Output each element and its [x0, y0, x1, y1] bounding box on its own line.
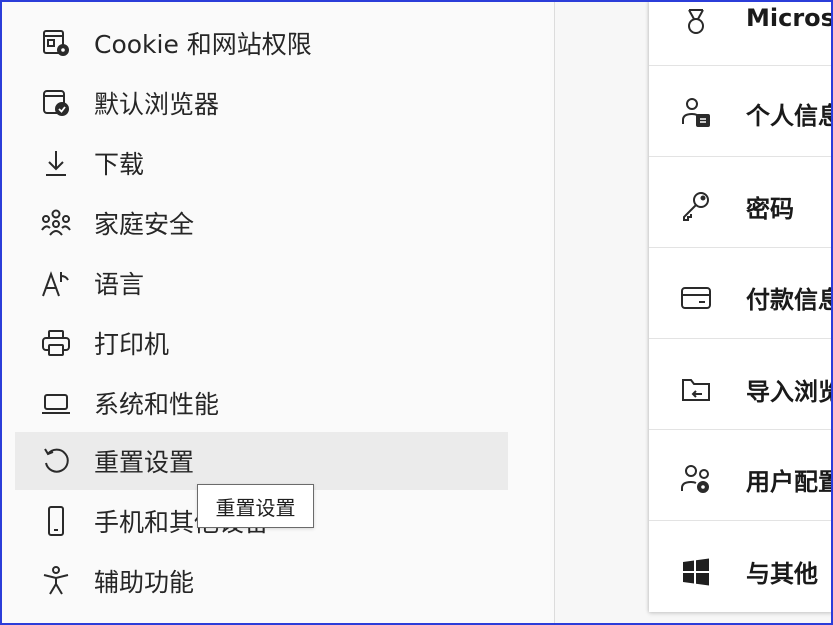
sidebar-item-label: 下载 — [94, 150, 145, 179]
profile-item-label: 个人信息 — [746, 102, 833, 130]
reset-icon — [39, 444, 73, 478]
download-icon — [39, 146, 73, 180]
language-icon — [39, 266, 73, 300]
profile-item-payment-info[interactable]: 付款信息 — [649, 248, 833, 339]
default-browser-icon — [39, 86, 73, 120]
sidebar-item-default-browser[interactable]: 默认浏览器 — [15, 74, 508, 132]
profile-item-label: 与其他 — [746, 560, 818, 588]
settings-sidebar: Cookie 和网站权限 默认浏览器 下载 家庭安全 语言 打印机 系统和性能 … — [2, 2, 554, 623]
sidebar-item-label: Cookie 和网站权限 — [94, 30, 312, 59]
profile-item-personal-info[interactable]: 个人信息 — [649, 66, 833, 157]
laptop-icon — [39, 386, 73, 420]
profile-item-profile-preferences[interactable]: 用户配置文件偏好设置 — [649, 430, 833, 521]
profile-item-label: 导入浏览器数据 — [746, 378, 833, 406]
sidebar-item-languages[interactable]: 语言 — [15, 254, 508, 312]
sidebar-item-printers[interactable]: 打印机 — [15, 314, 508, 372]
profile-item-microsoft-rewards[interactable]: Micros — [649, 0, 833, 66]
profile-item-label: 密码 — [746, 195, 794, 223]
key-icon — [677, 187, 715, 225]
sidebar-item-label: 重置设置 — [94, 448, 195, 477]
family-safety-icon — [39, 206, 73, 240]
personal-info-icon — [677, 93, 715, 131]
profile-item-passwords[interactable]: 密码 — [649, 157, 833, 248]
sidebar-item-reset-settings[interactable]: 重置设置 — [15, 432, 508, 490]
sidebar-item-label: 家庭安全 — [94, 210, 195, 239]
phone-icon — [39, 504, 73, 538]
sidebar-item-label: 打印机 — [94, 330, 170, 359]
profile-item-label: Micros — [746, 4, 833, 32]
profile-item-label: 用户配置文件偏好设置 — [746, 468, 833, 496]
sidebar-item-label: 语言 — [94, 270, 145, 299]
pane-divider — [554, 0, 555, 625]
sidebar-item-accessibility[interactable]: 辅助功能 — [15, 552, 508, 610]
printer-icon — [39, 326, 73, 360]
profile-item-share-with-others[interactable]: 与其他 — [649, 521, 833, 612]
profile-settings-icon — [677, 460, 715, 498]
profile-item-label: 付款信息 — [746, 286, 833, 314]
rewards-medal-icon — [677, 3, 715, 41]
accessibility-icon — [39, 564, 73, 598]
profile-item-import-browser-data[interactable]: 导入浏览器数据 — [649, 339, 833, 430]
sidebar-item-family-safety[interactable]: 家庭安全 — [15, 194, 508, 252]
sidebar-item-cookies[interactable]: Cookie 和网站权限 — [15, 14, 508, 72]
credit-card-icon — [677, 279, 715, 317]
reset-settings-tooltip: 重置设置 — [197, 484, 314, 528]
sidebar-item-downloads[interactable]: 下载 — [15, 134, 508, 192]
sidebar-item-label: 默认浏览器 — [94, 90, 220, 119]
sidebar-item-system[interactable]: 系统和性能 — [15, 374, 508, 432]
sidebar-item-label: 辅助功能 — [94, 568, 195, 597]
windows-icon — [677, 553, 715, 591]
import-folder-icon — [677, 370, 715, 408]
sidebar-item-label: 系统和性能 — [94, 390, 220, 419]
profile-settings-card: Micros 个人信息 密码 付款信息 导入浏览 用户配置 与其他 — [649, 0, 833, 612]
cookie-site-permissions-icon — [39, 26, 73, 60]
